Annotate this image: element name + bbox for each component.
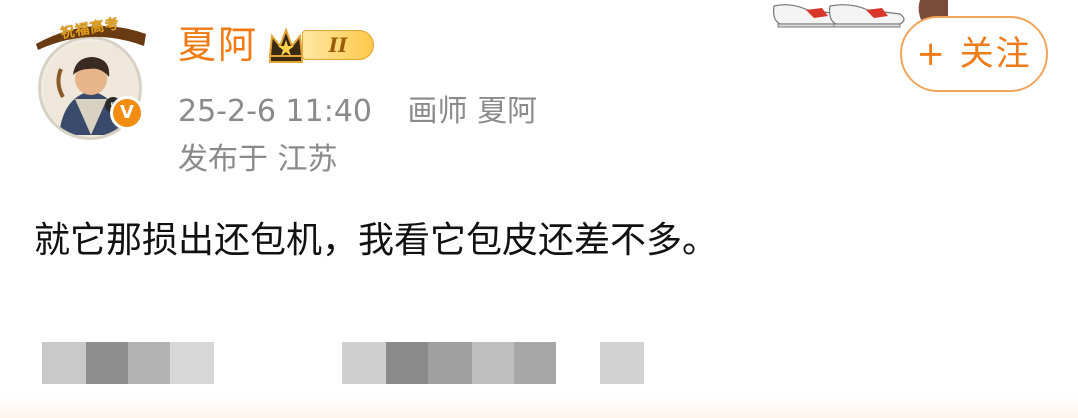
follow-button[interactable]: + 关注 <box>900 16 1048 92</box>
bottom-fade <box>0 396 1078 418</box>
post-time[interactable]: 25-2-6 11:40 <box>178 94 372 129</box>
share-action-blurred[interactable] <box>42 342 214 384</box>
post-location: 发布于 江苏 <box>178 142 338 177</box>
vip-level-label: II <box>302 30 374 60</box>
author-avatar[interactable]: 5 祝福高考 V <box>30 14 148 140</box>
vip-badge[interactable]: II <box>266 26 376 64</box>
post-body-text: 就它那损出还包机，我看它包皮还差不多。 <box>34 220 719 261</box>
weibo-post-card: 5 祝福高考 V 夏阿 II + 关注 25-2-6 11:40 画师 夏阿 发… <box>0 0 1078 418</box>
crown-icon <box>268 27 304 63</box>
like-action-blurred[interactable] <box>600 342 644 384</box>
post-source[interactable]: 画师 夏阿 <box>408 94 538 129</box>
verified-v-icon: V <box>110 96 144 130</box>
post-meta: 25-2-6 11:40 画师 夏阿 <box>178 92 537 132</box>
comment-action-blurred[interactable] <box>342 342 556 384</box>
author-name[interactable]: 夏阿 <box>178 20 258 70</box>
